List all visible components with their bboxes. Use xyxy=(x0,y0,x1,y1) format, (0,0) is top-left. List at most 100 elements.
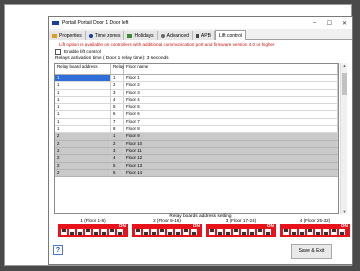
grid-scrollbar[interactable]: ▲ ▼ xyxy=(340,63,347,214)
cell-floor-name[interactable]: Floor 13 xyxy=(124,162,338,169)
cell-floor-name[interactable]: Floor 14 xyxy=(124,169,338,177)
enable-lift-control[interactable]: Enable lift control xyxy=(55,49,101,55)
dip-switch-toggle[interactable] xyxy=(299,229,305,235)
relay-board-label: 2 (Floor 9-16) xyxy=(153,218,181,223)
lift-control-panel: Lift option is available on controllers … xyxy=(49,40,352,264)
cell-floor-name[interactable]: Floor 3 xyxy=(124,89,338,96)
maximize-button[interactable]: ☐ xyxy=(322,20,337,27)
dip-switch-toggle[interactable] xyxy=(109,229,115,235)
dip-switch-knob xyxy=(292,232,296,235)
dip-switch-knob xyxy=(102,232,106,235)
dip-switch-toggle[interactable] xyxy=(209,229,215,235)
dip-switch-knob xyxy=(192,232,196,235)
dip-switch-toggle[interactable] xyxy=(93,229,99,235)
dip-switch-toggle[interactable] xyxy=(175,229,181,235)
cell-floor-name[interactable]: Floor 6 xyxy=(124,111,338,118)
cell-floor-name[interactable]: Floor 8 xyxy=(124,126,338,133)
minimize-button[interactable]: – xyxy=(307,20,322,26)
dip-switch-toggle[interactable] xyxy=(265,229,271,235)
dip-switch-toggle[interactable] xyxy=(257,229,263,235)
cell-floor-name[interactable]: Floor 2 xyxy=(124,82,338,89)
dip-switch-toggle[interactable] xyxy=(283,229,289,235)
cell-floor-name[interactable]: Floor 10 xyxy=(124,140,338,147)
tab-properties[interactable]: Properties xyxy=(49,31,86,40)
cell-floor-name[interactable]: Floor 1 xyxy=(124,75,338,82)
dip-switch[interactable]: ON xyxy=(280,224,350,237)
dip-switch-toggle[interactable] xyxy=(159,229,165,235)
dip-switch-knob xyxy=(316,232,320,235)
cell-relay: 6 xyxy=(111,111,124,118)
cell-floor-name[interactable]: Floor 11 xyxy=(124,147,338,155)
cell-relay: 1 xyxy=(111,75,124,82)
table-row[interactable]: 1 5 Floor 5 xyxy=(55,104,338,112)
enable-lift-label: Enable lift control xyxy=(64,49,101,55)
table-row[interactable]: 2 3 Floor 11 xyxy=(55,147,338,156)
close-button[interactable]: ✕ xyxy=(337,20,352,27)
cell-relay: 2 xyxy=(111,82,124,89)
dip-switch-toggle[interactable] xyxy=(151,229,157,235)
cell-relay-board-address: 2 xyxy=(55,147,111,155)
dip-switch-toggle[interactable] xyxy=(191,229,197,235)
dip-switch-toggle[interactable] xyxy=(307,229,313,235)
dip-switch-toggle[interactable] xyxy=(135,229,141,235)
column-header-floor-name[interactable]: Floor name xyxy=(124,64,338,74)
dip-switch[interactable]: ON xyxy=(58,224,128,237)
dip-switch-toggle[interactable] xyxy=(323,229,329,235)
dip-switch-toggle[interactable] xyxy=(291,229,297,235)
table-row[interactable]: 2 6 Floor 14 xyxy=(55,169,338,178)
column-header-relay[interactable]: Relay xyxy=(111,64,124,74)
enable-lift-checkbox[interactable] xyxy=(55,49,61,55)
dip-switch-toggle[interactable] xyxy=(77,229,83,235)
cell-floor-name[interactable]: Floor 12 xyxy=(124,155,338,162)
dip-switch[interactable]: ON xyxy=(206,224,276,237)
cell-floor-name[interactable]: Floor 9 xyxy=(124,133,338,140)
scroll-up-arrow[interactable]: ▲ xyxy=(341,63,348,68)
table-row[interactable]: 2 2 Floor 10 xyxy=(55,140,338,148)
scrollbar-thumb[interactable] xyxy=(342,73,347,95)
tab-holidays[interactable]: Holidays xyxy=(124,31,158,40)
dip-switch-toggle[interactable] xyxy=(315,229,321,235)
cell-floor-name[interactable]: Floor 5 xyxy=(124,104,338,111)
dip-switch-toggle[interactable] xyxy=(225,229,231,235)
cell-floor-name[interactable]: Floor 7 xyxy=(124,118,338,126)
dip-switch-toggle[interactable] xyxy=(249,229,255,235)
cell-floor-name[interactable]: Floor 4 xyxy=(124,96,338,104)
table-row[interactable]: 2 4 Floor 12 xyxy=(55,155,338,163)
table-row[interactable]: 1 2 Floor 2 xyxy=(55,82,338,90)
dip-switch-knob xyxy=(284,229,288,232)
dip-switch-toggle[interactable] xyxy=(339,229,345,235)
dip-switch[interactable]: ON xyxy=(132,224,202,237)
tab-advanced[interactable]: Advanced xyxy=(157,31,193,40)
dip-switch-knob xyxy=(340,232,344,235)
relay-board-label: 1 (Floor 1-8) xyxy=(80,218,106,223)
dip-switch-toggle[interactable] xyxy=(61,229,67,235)
save-exit-button[interactable]: Save & Exit xyxy=(291,244,332,259)
dip-switch-toggle[interactable] xyxy=(167,229,173,235)
table-row[interactable]: 1 3 Floor 3 xyxy=(55,89,338,97)
dip-switch-toggle[interactable] xyxy=(331,229,337,235)
table-row[interactable]: 2 1 Floor 9 xyxy=(55,133,338,141)
dip-switch-toggle[interactable] xyxy=(143,229,149,235)
dip-switch-knob xyxy=(94,232,98,235)
dip-switch-toggle[interactable] xyxy=(85,229,91,235)
relay-board-label: 3 (Floor 17-24) xyxy=(225,218,257,223)
dip-switch-toggle[interactable] xyxy=(241,229,247,235)
help-button[interactable]: ? xyxy=(53,245,63,255)
table-row[interactable]: 2 5 Floor 13 xyxy=(55,162,338,170)
dip-switch-toggle[interactable] xyxy=(117,229,123,235)
column-header-relay-board-address[interactable]: Relay board address xyxy=(55,64,111,74)
tab-time-zones[interactable]: Time zones xyxy=(85,31,125,40)
dip-switch-toggle[interactable] xyxy=(233,229,239,235)
dip-switch-toggle[interactable] xyxy=(183,229,189,235)
table-row[interactable]: 1 1 Floor 1 xyxy=(55,75,338,83)
table-row[interactable]: 1 7 Floor 7 xyxy=(55,118,338,127)
tab-apb[interactable]: APB xyxy=(192,31,215,40)
dip-switch-toggle[interactable] xyxy=(101,229,107,235)
table-row[interactable]: 1 6 Floor 6 xyxy=(55,111,338,119)
table-row[interactable]: 1 4 Floor 4 xyxy=(55,96,338,105)
cell-relay-board-address: 2 xyxy=(55,169,111,177)
cell-relay: 5 xyxy=(111,162,124,169)
table-row[interactable]: 1 8 Floor 8 xyxy=(55,126,338,134)
dip-switch-toggle[interactable] xyxy=(69,229,75,235)
dip-switch-toggle[interactable] xyxy=(217,229,223,235)
